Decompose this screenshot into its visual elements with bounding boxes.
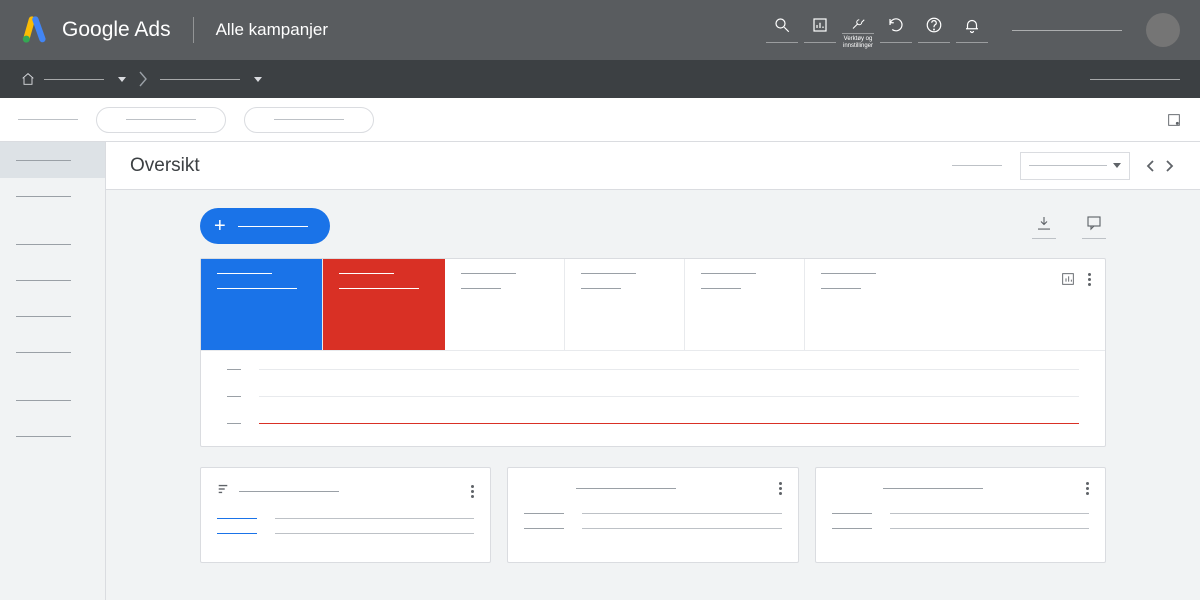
breadcrumb-home[interactable] <box>20 71 126 87</box>
action-row: + <box>200 208 1106 244</box>
compare-label <box>952 165 1002 166</box>
download-button[interactable] <box>1032 214 1056 239</box>
breadcrumb-aux[interactable] <box>1090 79 1180 80</box>
nav-item[interactable] <box>0 262 105 298</box>
chart-line-red <box>259 423 1079 424</box>
chart-area <box>201 351 1105 446</box>
search-icon[interactable] <box>766 10 798 50</box>
metric-tab-primary[interactable] <box>201 259 323 350</box>
insight-cards <box>200 467 1106 563</box>
metrics-chart-card <box>200 258 1106 447</box>
chevron-right-icon <box>138 70 148 88</box>
more-menu-icon[interactable] <box>1086 482 1089 495</box>
insight-card <box>507 467 798 563</box>
plus-icon: + <box>214 216 226 236</box>
new-campaign-button[interactable]: + <box>200 208 330 244</box>
more-menu-icon[interactable] <box>779 482 782 495</box>
metric-tabs <box>201 259 1105 351</box>
filter-pill[interactable] <box>96 107 226 133</box>
metric-tab[interactable] <box>805 259 925 350</box>
metric-tab[interactable] <box>565 259 685 350</box>
more-menu-icon[interactable] <box>471 485 474 498</box>
top-actions: Verktøy og innstillinger <box>766 10 1180 50</box>
download-icon <box>1035 214 1053 232</box>
reports-icon[interactable] <box>804 10 836 50</box>
insight-card <box>815 467 1106 563</box>
insight-card <box>200 467 491 563</box>
chevron-down-icon <box>118 77 126 82</box>
account-email[interactable] <box>1012 30 1122 31</box>
campaign-scope[interactable]: Alle kampanjer <box>216 20 328 40</box>
page-title: Oversikt <box>130 155 200 177</box>
metric-tab[interactable] <box>685 259 805 350</box>
page-header: Oversikt <box>106 142 1200 190</box>
chevron-left-icon[interactable] <box>1144 159 1158 173</box>
nav-item-overview[interactable] <box>0 142 105 178</box>
filter-bar <box>0 98 1200 142</box>
avatar[interactable] <box>1146 13 1180 47</box>
nav-item[interactable] <box>0 382 105 418</box>
sort-icon <box>217 482 229 500</box>
nav-item[interactable] <box>0 418 105 454</box>
home-icon <box>20 71 36 87</box>
tools-icon[interactable]: Verktøy og innstillinger <box>842 10 874 50</box>
feedback-button[interactable] <box>1082 214 1106 239</box>
side-nav <box>0 142 106 600</box>
chevron-down-icon <box>254 77 262 82</box>
expand-chart-icon[interactable] <box>1060 271 1076 287</box>
feedback-icon <box>1085 214 1103 232</box>
content: + <box>106 190 1200 563</box>
nav-item[interactable] <box>0 298 105 334</box>
divider <box>193 17 194 43</box>
brand: Google Ads <box>20 16 171 44</box>
metric-tab[interactable] <box>445 259 565 350</box>
more-menu-icon[interactable] <box>1088 273 1091 286</box>
main-area: Oversikt + <box>106 142 1200 600</box>
filter-pill[interactable] <box>244 107 374 133</box>
product-name: Google Ads <box>62 18 171 42</box>
breadcrumb-bar <box>0 60 1200 98</box>
filter-label <box>18 119 78 120</box>
nav-item[interactable] <box>0 334 105 370</box>
top-bar: Google Ads Alle kampanjer Verktøy og inn… <box>0 0 1200 60</box>
chevron-right-icon[interactable] <box>1162 159 1176 173</box>
google-ads-logo-icon <box>20 16 48 44</box>
refresh-icon[interactable] <box>880 10 912 50</box>
nav-item[interactable] <box>0 226 105 262</box>
help-icon[interactable] <box>918 10 950 50</box>
save-view-icon[interactable] <box>1166 112 1182 128</box>
chevron-down-icon <box>1113 163 1121 168</box>
breadcrumb-level[interactable] <box>160 77 262 82</box>
metric-tab-secondary[interactable] <box>323 259 445 350</box>
nav-item[interactable] <box>0 178 105 214</box>
date-range-select[interactable] <box>1020 152 1130 180</box>
notifications-icon[interactable] <box>956 10 988 50</box>
date-nav <box>1144 159 1176 173</box>
